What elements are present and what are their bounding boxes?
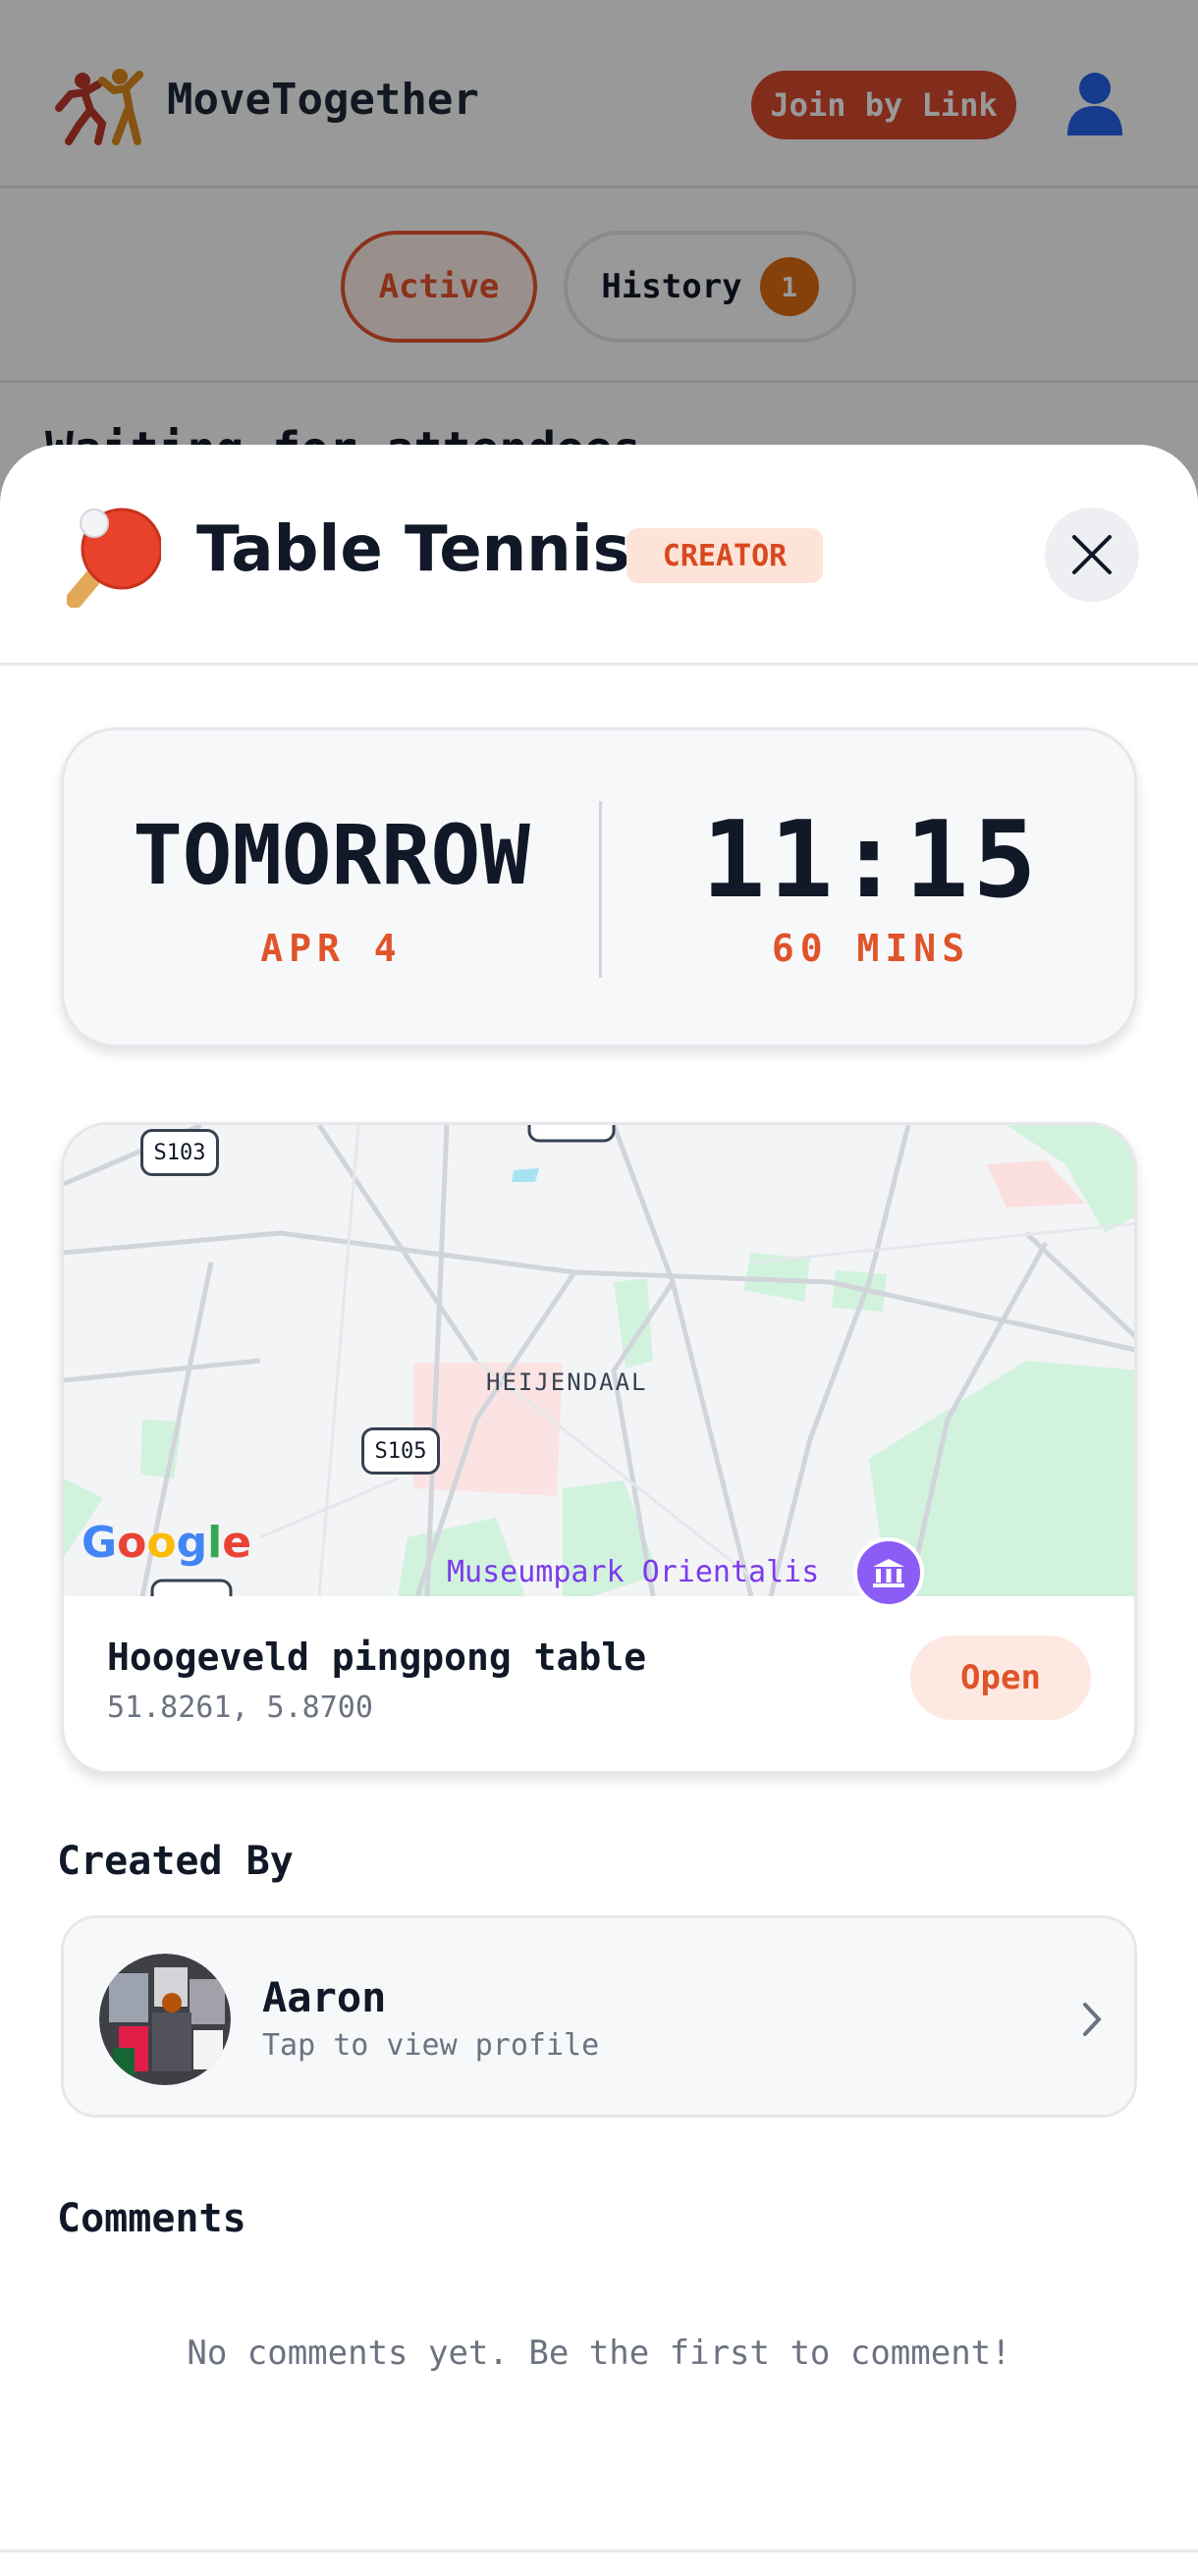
museum-icon[interactable]	[853, 1537, 924, 1608]
road-label: S105	[361, 1427, 440, 1475]
map-view[interactable]: S103 S105 HEIJENDAAL Google Museumpark O…	[64, 1125, 1134, 1608]
divider	[0, 2549, 1198, 2552]
datetime-card: TOMORROW APR 4 11:15 60 MINS	[61, 727, 1137, 1047]
table-tennis-icon	[67, 508, 161, 608]
creator-name: Aaron	[262, 1973, 387, 2021]
close-icon	[1072, 535, 1112, 574]
sheet-header: Table Tennis CREATOR	[0, 445, 1198, 666]
comments-heading: Comments	[57, 2196, 246, 2241]
activity-title: Table Tennis	[196, 513, 630, 586]
avatar	[99, 1954, 231, 2085]
day-label: TOMORROW	[133, 807, 530, 903]
empty-comments-message: No comments yet. Be the first to comment…	[187, 2334, 1011, 2373]
open-map-button[interactable]: Open	[910, 1636, 1091, 1720]
activity-detail-sheet: Table Tennis CREATOR TOMORROW APR 4 11:1…	[0, 445, 1198, 2576]
map-place-label: HEIJENDAAL	[486, 1368, 648, 1396]
creator-profile-card[interactable]: Aaron Tap to view profile	[61, 1915, 1137, 2118]
location-card: S103 S105 HEIJENDAAL Google Museumpark O…	[61, 1122, 1137, 1774]
duration-label: 60 MINS	[771, 927, 971, 970]
location-coordinates: 51.8261, 5.8700	[107, 1690, 373, 1725]
time-label: 11:15	[701, 799, 1041, 922]
chevron-right-icon	[1083, 2003, 1102, 2036]
created-by-heading: Created By	[57, 1839, 294, 1884]
road-label: S103	[140, 1129, 219, 1176]
google-logo: Google	[82, 1518, 252, 1568]
date-label: APR 4	[260, 927, 403, 970]
location-name: Hoogeveld pingpong table	[107, 1636, 647, 1679]
close-button[interactable]	[1045, 508, 1139, 602]
creator-subtitle: Tap to view profile	[262, 2028, 600, 2063]
poi-label: Museumpark Orientalis	[447, 1555, 820, 1589]
role-badge: CREATOR	[626, 528, 823, 583]
